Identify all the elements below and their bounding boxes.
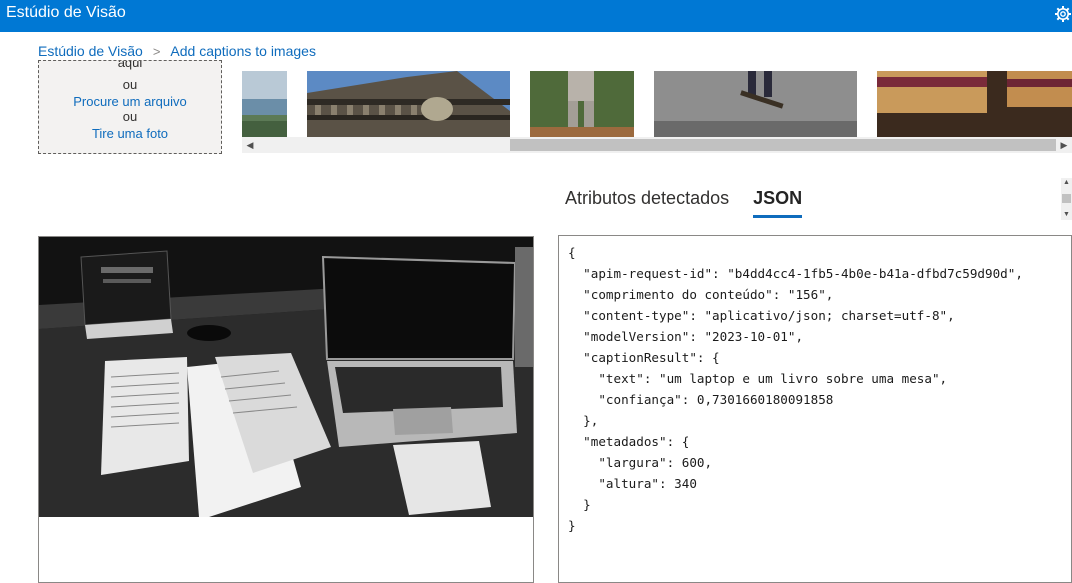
json-line: "altura": 340 bbox=[568, 476, 697, 491]
json-line: "apim-request-id": "b4dd4cc4-1fb5-4b0e-b… bbox=[568, 266, 1023, 281]
sample-images-strip bbox=[242, 71, 1072, 137]
scrollbar-thumb[interactable] bbox=[510, 139, 1056, 151]
top-bar: Estúdio de Visão bbox=[0, 0, 1072, 32]
scroll-right-icon[interactable]: ▶ bbox=[1056, 137, 1072, 153]
scroll-down-icon[interactable]: ▼ bbox=[1061, 210, 1072, 220]
json-line: } bbox=[568, 497, 591, 512]
upload-or-text: ou bbox=[122, 77, 138, 92]
tab-json[interactable]: JSON bbox=[753, 188, 803, 218]
json-line: "comprimento do conteúdo": "156", bbox=[568, 287, 834, 302]
json-line: "text": "um laptop e um livro sobre uma … bbox=[568, 371, 948, 386]
thumbnail-scrollbar[interactable]: ◀ ▶ bbox=[242, 137, 1072, 153]
json-line: } bbox=[568, 518, 576, 533]
tabs-scrollbar[interactable]: ▲ ▼ bbox=[1061, 178, 1072, 220]
thumbnail-building[interactable] bbox=[307, 71, 510, 137]
json-line: "captionResult": { bbox=[568, 350, 720, 365]
breadcrumb-current[interactable]: Add captions to images bbox=[170, 43, 316, 59]
breadcrumb-separator: > bbox=[152, 43, 161, 59]
result-tabs: Atributos detectados JSON bbox=[565, 188, 803, 218]
json-line: { bbox=[568, 245, 576, 260]
tab-detected-attributes[interactable]: Atributos detectados bbox=[565, 188, 729, 218]
thumbnail-baseball[interactable] bbox=[530, 71, 634, 137]
analyzed-image bbox=[39, 237, 533, 517]
thumbnail-food[interactable] bbox=[877, 71, 1072, 137]
json-line: "largura": 600, bbox=[568, 455, 713, 470]
take-photo-link[interactable]: Tire uma foto bbox=[39, 126, 221, 141]
breadcrumb: Estúdio de Visão > Add captions to image… bbox=[38, 43, 316, 59]
json-line: "confiança": 0,7301660180091858 bbox=[568, 392, 834, 407]
image-preview-panel bbox=[38, 236, 534, 583]
thumbnail-coast[interactable] bbox=[242, 71, 287, 137]
json-line: }, bbox=[568, 413, 599, 428]
upload-here-text: aqui bbox=[117, 60, 143, 70]
gear-icon[interactable] bbox=[1054, 5, 1072, 23]
json-line: "modelVersion": "2023-10-01", bbox=[568, 329, 804, 344]
scroll-left-icon[interactable]: ◀ bbox=[242, 137, 258, 153]
app-title: Estúdio de Visão bbox=[6, 4, 126, 21]
json-line: "metadados": { bbox=[568, 434, 690, 449]
upload-or-text-2: ou bbox=[122, 109, 138, 124]
scroll-up-icon[interactable]: ▲ bbox=[1061, 178, 1072, 188]
upload-dropzone[interactable]: aqui ou Procure um arquivo ou Tire uma f… bbox=[38, 60, 222, 154]
scrollbar-thumb-small[interactable] bbox=[1062, 194, 1071, 203]
thumbnail-skateboard[interactable] bbox=[654, 71, 857, 137]
json-code: { "apim-request-id": "b4dd4cc4-1fb5-4b0e… bbox=[568, 242, 1023, 536]
json-output-panel[interactable]: { "apim-request-id": "b4dd4cc4-1fb5-4b0e… bbox=[558, 235, 1072, 583]
browse-file-link[interactable]: Procure um arquivo bbox=[39, 94, 221, 109]
breadcrumb-home[interactable]: Estúdio de Visão bbox=[38, 43, 143, 59]
json-line: "content-type": "aplicativo/json; charse… bbox=[568, 308, 955, 323]
